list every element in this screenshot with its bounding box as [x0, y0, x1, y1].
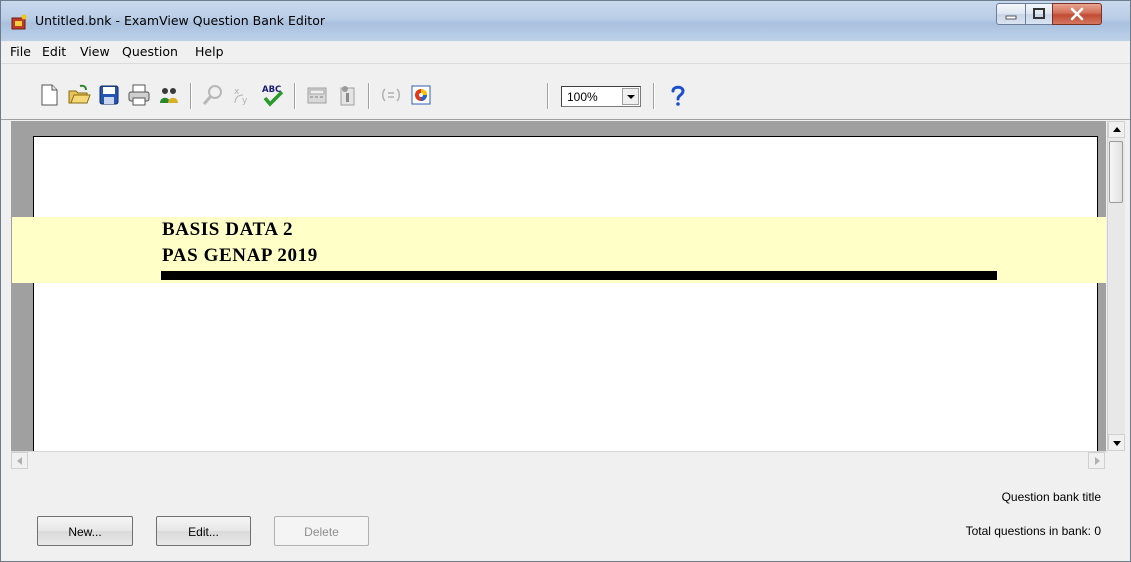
- toolbar-separator: [294, 83, 296, 109]
- users-icon: [160, 88, 178, 103]
- toolbar-separator: [368, 83, 370, 109]
- maximize-icon: [1033, 8, 1045, 19]
- minimize-button[interactable]: [996, 3, 1026, 25]
- menu-file[interactable]: File: [10, 44, 31, 59]
- scroll-left-arrow-icon[interactable]: [11, 452, 28, 469]
- spell-check-icon: ABC: [262, 85, 284, 107]
- examview-app-icon: [11, 14, 27, 30]
- scroll-down-arrow-icon[interactable]: [1108, 434, 1125, 451]
- document-view[interactable]: BASIS DATA 2 PAS GENAP 2019: [11, 121, 1106, 451]
- info-icon: [340, 86, 355, 106]
- menu-bar: File Edit View Question Help: [1, 41, 1130, 64]
- scroll-right-arrow-icon[interactable]: [1088, 452, 1105, 469]
- save-button[interactable]: [97, 83, 121, 107]
- replace-icon: xy: [234, 87, 248, 106]
- menu-edit[interactable]: Edit: [42, 44, 66, 59]
- replace-button[interactable]: xy: [231, 83, 255, 107]
- chevron-down-icon[interactable]: [622, 88, 639, 105]
- open-folder-icon: [68, 84, 91, 104]
- edit-question-button[interactable]: Edit...: [156, 516, 251, 546]
- users-button[interactable]: [157, 83, 181, 107]
- scroll-up-arrow-icon[interactable]: [1108, 121, 1125, 138]
- calculator-button[interactable]: [305, 83, 329, 107]
- spell-check-button[interactable]: ABC: [261, 83, 285, 107]
- color-button[interactable]: [409, 83, 433, 107]
- bank-title-line-1: BASIS DATA 2: [162, 219, 294, 240]
- color-wheel-icon: [411, 85, 431, 105]
- app-window: Untitled.bnk - ExamView Question Bank Ed…: [0, 0, 1131, 562]
- bank-title-line-2: PAS GENAP 2019: [162, 245, 318, 266]
- save-icon: [99, 85, 119, 105]
- help-button[interactable]: [666, 83, 690, 107]
- vertical-scrollbar[interactable]: [1107, 121, 1125, 451]
- toolbar-separator: [653, 83, 655, 109]
- document-page: BASIS DATA 2 PAS GENAP 2019: [12, 136, 1106, 451]
- new-document-icon: [41, 84, 58, 106]
- menu-view[interactable]: View: [80, 44, 110, 59]
- delete-question-button[interactable]: Delete: [274, 516, 369, 546]
- toolbar-separator: [547, 83, 549, 109]
- equation-icon: [382, 88, 400, 102]
- horizontal-scrollbar[interactable]: [11, 451, 1107, 469]
- title-bar: Untitled.bnk - ExamView Question Bank Ed…: [1, 1, 1130, 41]
- close-button[interactable]: [1052, 3, 1102, 25]
- toolbar: xy ABC 100%: [1, 65, 1130, 120]
- menu-help[interactable]: Help: [195, 44, 224, 59]
- svg-text:y: y: [242, 96, 248, 106]
- maximize-button[interactable]: [1025, 3, 1053, 25]
- find-icon: [202, 85, 222, 105]
- title-underline: [161, 271, 997, 280]
- toolbar-separator: [190, 83, 192, 109]
- minimize-icon: [1005, 15, 1017, 20]
- window-title: Untitled.bnk - ExamView Question Bank Ed…: [35, 13, 325, 28]
- equation-button[interactable]: [379, 83, 403, 107]
- info-button[interactable]: [335, 83, 359, 107]
- menu-question[interactable]: Question: [122, 44, 178, 59]
- close-icon: [1070, 7, 1084, 21]
- vertical-scroll-thumb[interactable]: [1109, 141, 1123, 203]
- help-icon: [671, 85, 685, 106]
- new-document-button[interactable]: [37, 83, 61, 107]
- zoom-select[interactable]: 100%: [561, 86, 641, 107]
- print-icon: [128, 84, 150, 106]
- zoom-value: 100%: [567, 90, 598, 104]
- calculator-icon: [307, 87, 327, 104]
- print-button[interactable]: [127, 83, 151, 107]
- bank-title-label: Question bank title: [1001, 490, 1101, 504]
- new-question-button[interactable]: New...: [37, 516, 133, 546]
- total-questions-label: Total questions in bank: 0: [965, 524, 1101, 538]
- open-button[interactable]: [67, 83, 91, 107]
- find-button[interactable]: [201, 83, 225, 107]
